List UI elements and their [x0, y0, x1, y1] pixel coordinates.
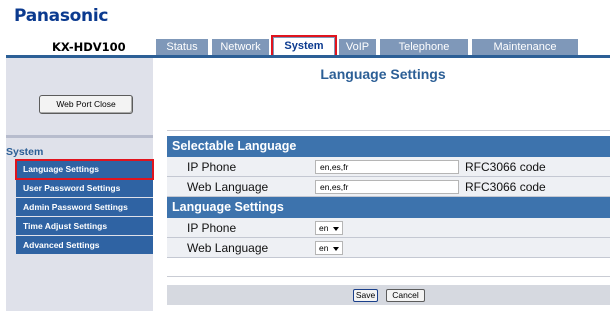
selectable-web-language-label: Web Language — [187, 180, 269, 194]
sidebar-item-language-settings[interactable]: Language Settings — [15, 159, 154, 180]
ip-phone-language-select[interactable]: en — [315, 221, 343, 235]
tab-network[interactable]: Network — [212, 39, 269, 56]
selectable-ip-phone-input[interactable]: en,es,fr — [315, 160, 459, 174]
sidebar-item-time-adjust-settings[interactable]: Time Adjust Settings — [16, 217, 153, 236]
tab-maintenance[interactable]: Maintenance — [472, 39, 578, 56]
save-button[interactable]: Save — [353, 289, 378, 302]
sidebar-menu: Language Settings User Password Settings… — [15, 159, 154, 255]
ip-phone-language-label: IP Phone — [187, 221, 237, 235]
ip-phone-language-value: en — [319, 223, 329, 233]
selectable-web-language-row: Web Language en,es,fr RFC3066 code — [167, 177, 610, 197]
web-language-value: en — [319, 243, 329, 253]
chevron-down-icon — [333, 227, 339, 231]
panasonic-logo: Panasonic — [14, 6, 109, 26]
sidebar-divider — [6, 135, 153, 138]
tab-voip[interactable]: VoIP — [339, 39, 376, 56]
web-language-select[interactable]: en — [315, 241, 343, 255]
sidebar-item-user-password-settings[interactable]: User Password Settings — [16, 179, 153, 198]
content-divider-bottom — [167, 276, 610, 277]
selectable-ip-phone-label: IP Phone — [187, 160, 237, 174]
selectable-web-language-note: RFC3066 code — [465, 180, 546, 194]
tab-telephone[interactable]: Telephone — [380, 39, 468, 56]
model-name: KX-HDV100 — [52, 40, 126, 54]
main-tabs: Status Network System VoIP Telephone Mai… — [156, 35, 578, 58]
web-language-label: Web Language — [187, 241, 269, 255]
selectable-ip-phone-row: IP Phone en,es,fr RFC3066 code — [167, 157, 610, 177]
sidebar: Web Port Close System Language Settings … — [6, 58, 154, 311]
ip-phone-language-row: IP Phone en — [167, 218, 610, 238]
page-title: Language Settings — [320, 66, 446, 82]
tab-system[interactable]: System — [271, 35, 337, 58]
tab-status[interactable]: Status — [156, 39, 208, 56]
selectable-ip-phone-note: RFC3066 code — [465, 160, 546, 174]
sidebar-heading: System — [6, 146, 44, 158]
page-root: Panasonic KX-HDV100 Status Network Syste… — [0, 0, 614, 311]
settings-panel: Selectable Language IP Phone en,es,fr RF… — [167, 136, 610, 258]
sidebar-item-admin-password-settings[interactable]: Admin Password Settings — [16, 198, 153, 217]
language-settings-header: Language Settings — [167, 197, 610, 218]
cancel-button[interactable]: Cancel — [386, 289, 425, 302]
selectable-web-language-input[interactable]: en,es,fr — [315, 180, 459, 194]
web-language-row: Web Language en — [167, 238, 610, 258]
chevron-down-icon — [333, 247, 339, 251]
sidebar-item-advanced-settings[interactable]: Advanced Settings — [16, 236, 153, 255]
web-port-close-button[interactable]: Web Port Close — [39, 95, 133, 114]
content-divider-top — [167, 130, 610, 131]
form-actions-bar: Save Cancel — [167, 285, 610, 305]
selectable-language-header: Selectable Language — [167, 136, 610, 157]
